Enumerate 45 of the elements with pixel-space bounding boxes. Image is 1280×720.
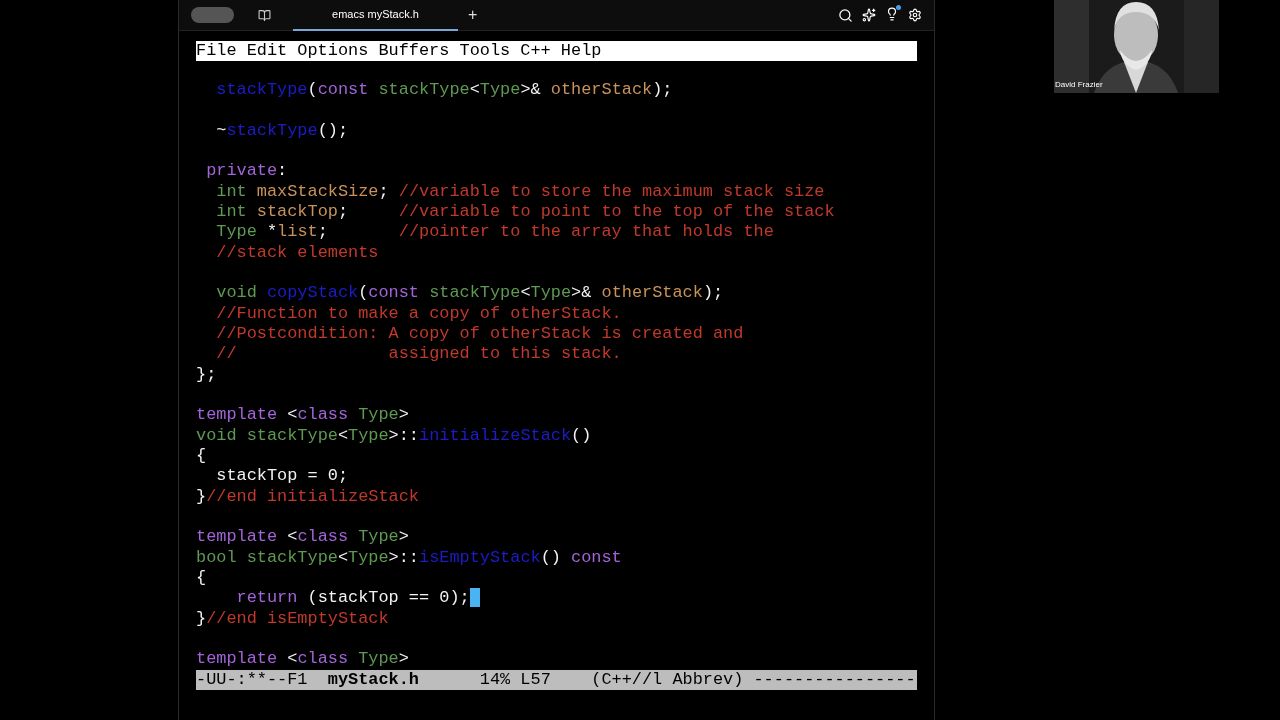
code-line: }//end initializeStack — [196, 486, 419, 507]
participant-name: David Frazier — [1054, 79, 1104, 91]
code-line: void copyStack(const stackType<Type>& otherStack); — [215, 283, 724, 304]
settings-icon[interactable] — [908, 8, 922, 22]
code-line: Type *list; //pointer to the array that holds the — [215, 222, 774, 243]
code-line: template <class Type> — [196, 527, 409, 548]
menu-item[interactable]: File — [196, 42, 247, 60]
code-line: int maxStackSize; //variable to store the maximum stack size — [215, 181, 825, 202]
code-line: private: — [205, 161, 288, 182]
major-mode: (C++//l Abbrev) — [591, 669, 744, 690]
window-toggle[interactable] — [191, 7, 234, 23]
mode-line-fill: ---------------- — [753, 669, 916, 690]
code-line: }//end isEmptyStack — [196, 608, 389, 629]
code-line: // assigned to this stack. — [215, 344, 622, 365]
code-line: //Function to make a copy of otherStack. — [215, 303, 622, 324]
buffer-status: -UU-:**--F1 — [196, 669, 308, 690]
new-tab-button[interactable]: + — [462, 7, 484, 23]
code-line: int stackTop; //variable to point to the top of the stack — [215, 201, 835, 223]
tab[interactable]: emacs myStack.h — [293, 0, 458, 31]
code-line: void stackType<Type>::initializeStack() — [196, 425, 592, 446]
buffer-name: myStack.h — [327, 669, 419, 690]
menu-item[interactable]: Edit — [246, 42, 298, 60]
code-line: stackType(const stackType<Type>& otherStack); — [215, 80, 673, 101]
code-line: //stack elements — [215, 242, 379, 263]
menu-item[interactable]: Tools — [459, 42, 521, 60]
code-line: bool stackType<Type>::isEmptyStack() const — [196, 547, 622, 568]
code-line: template <class Type> — [196, 405, 409, 426]
menu-item[interactable]: Help — [560, 42, 612, 60]
code-line: template <class Type> — [196, 649, 409, 670]
search-icon[interactable] — [838, 7, 853, 23]
code-line: }; — [196, 364, 217, 385]
code-line: { — [196, 445, 207, 467]
code-line: stackTop = 0; — [215, 466, 349, 487]
sidebar-icon[interactable] — [258, 8, 271, 22]
code-line: { — [196, 567, 207, 589]
menu-item[interactable]: Options — [297, 42, 379, 60]
code-line: //Postcondition: A copy of otherStack is created and — [215, 323, 744, 345]
lightbulb-icon[interactable] — [885, 7, 899, 23]
text-cursor — [469, 588, 480, 608]
code-line: ~stackType(); — [215, 120, 349, 141]
menu-item[interactable]: C++ — [520, 42, 561, 60]
code-line: return (stackTop == 0); — [196, 588, 480, 609]
cursor-position: 14% L57 — [479, 669, 551, 690]
menu-item[interactable]: Buffers — [378, 42, 460, 60]
sparkle-icon[interactable] — [862, 8, 876, 22]
